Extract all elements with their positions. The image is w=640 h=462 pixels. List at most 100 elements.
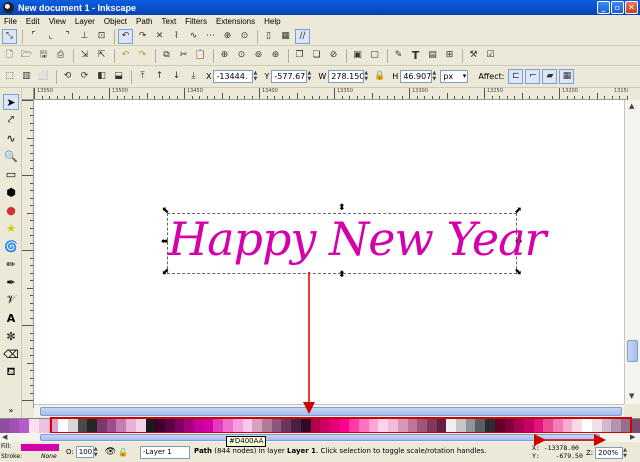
- color-swatch[interactable]: [475, 419, 486, 434]
- fill-stroke-indicator[interactable]: Fill: Stroke: None: [1, 443, 65, 462]
- spiral-tool-icon[interactable]: 🌀: [3, 238, 19, 254]
- color-swatch[interactable]: [504, 419, 515, 434]
- h-field[interactable]: 46.907: [400, 70, 433, 83]
- color-swatch[interactable]: [242, 419, 253, 434]
- menu-text[interactable]: Text: [162, 17, 177, 26]
- xml-editor-icon[interactable]: ▤: [425, 48, 440, 63]
- lower-bottom-icon[interactable]: ⤓: [186, 69, 201, 84]
- zoom-drawing-icon[interactable]: ⊙: [234, 48, 249, 63]
- color-swatch[interactable]: [281, 419, 292, 434]
- select-all-layers-icon[interactable]: ▥: [19, 69, 34, 84]
- snap-rotation-center-icon[interactable]: ⊙: [237, 29, 252, 44]
- layer-lock-icon[interactable]: 🔓: [118, 448, 128, 457]
- close-button[interactable]: ✕: [625, 1, 638, 14]
- color-swatch[interactable]: [388, 419, 398, 434]
- select-all-icon[interactable]: ⬚: [2, 69, 17, 84]
- color-swatch[interactable]: [368, 419, 379, 434]
- 3d-box-tool-icon[interactable]: ⬢: [3, 184, 19, 200]
- zoom-spinner[interactable]: ▲ ▼: [623, 447, 629, 459]
- duplicate-icon[interactable]: ❐: [292, 48, 307, 63]
- deselect-icon[interactable]: ⬜: [36, 69, 51, 84]
- pencil-tool-icon[interactable]: ✏: [3, 256, 19, 272]
- snap-guides-icon[interactable]: ∕∕: [295, 29, 310, 44]
- menu-file[interactable]: File: [4, 17, 17, 26]
- horizontal-scroll-thumb[interactable]: [40, 407, 622, 416]
- import-icon[interactable]: ⇲: [77, 48, 92, 63]
- paint-bucket-tool-icon[interactable]: ⛾: [3, 364, 19, 380]
- spray-tool-icon[interactable]: ✼: [3, 328, 19, 344]
- affect-corners-icon[interactable]: ⌐: [525, 69, 541, 84]
- horizontal-scrollbar[interactable]: [34, 404, 624, 417]
- snap-cusp-icon[interactable]: ⌇: [169, 29, 184, 44]
- menu-help[interactable]: Help: [264, 17, 280, 26]
- text-font-icon[interactable]: T: [408, 48, 423, 63]
- affect-stroke-icon[interactable]: ⊏: [508, 69, 524, 84]
- color-swatch[interactable]: [359, 419, 369, 434]
- tweak-tool-icon[interactable]: ∿: [3, 130, 19, 146]
- document-properties-icon[interactable]: ☑: [483, 48, 498, 63]
- save-icon[interactable]: 🖫: [36, 48, 51, 63]
- paste-icon[interactable]: 📋: [193, 48, 208, 63]
- color-swatch[interactable]: [582, 419, 592, 434]
- w-field[interactable]: 278.15C: [328, 70, 365, 83]
- layer-visibility-icon[interactable]: 👁: [105, 447, 116, 457]
- zoom-width-icon[interactable]: ⊛: [268, 48, 283, 63]
- preferences-icon[interactable]: ⚒: [466, 48, 481, 63]
- vertical-ruler[interactable]: [22, 100, 34, 408]
- snap-grids-icon[interactable]: ▦: [278, 29, 293, 44]
- align-distribute-icon[interactable]: ⊞: [442, 48, 457, 63]
- drawing-canvas[interactable]: ⬉ ⬍ ⬈ ⬌ ⬌ ⬋ ⬍ ⬊ Happy New Year: [34, 100, 624, 404]
- color-swatch[interactable]: [310, 419, 321, 434]
- snap-paths-icon[interactable]: ↷: [135, 29, 150, 44]
- palette-scroll-thumb[interactable]: [40, 434, 600, 441]
- color-swatch[interactable]: [417, 419, 427, 434]
- node-tool-icon[interactable]: ⤤: [3, 112, 19, 128]
- color-swatch[interactable]: [58, 419, 68, 434]
- toolbox-overflow-icon[interactable]: »: [3, 402, 19, 418]
- color-swatch[interactable]: [194, 419, 204, 434]
- color-swatch[interactable]: [29, 419, 39, 434]
- scroll-down-icon[interactable]: ▼: [629, 392, 634, 400]
- snap-midpoints-icon[interactable]: ⋯: [203, 29, 218, 44]
- color-swatch[interactable]: [456, 419, 466, 434]
- selector-tool-icon[interactable]: ➤: [3, 94, 19, 110]
- snap-bbox-corner-icon[interactable]: ⌝: [60, 29, 75, 44]
- menu-filters[interactable]: Filters: [185, 17, 207, 26]
- snap-smooth-icon[interactable]: ∿: [186, 29, 201, 44]
- color-swatch[interactable]: [48, 419, 59, 434]
- redo-icon[interactable]: ↷: [135, 48, 150, 63]
- pen-tool-icon[interactable]: ✒: [3, 274, 19, 290]
- minimize-button[interactable]: _: [597, 1, 610, 14]
- flip-horizontal-icon[interactable]: ◧: [94, 69, 109, 84]
- color-swatch[interactable]: [329, 419, 340, 434]
- h-spinner[interactable]: ▲ ▼: [432, 70, 438, 83]
- color-swatch[interactable]: [533, 419, 544, 434]
- new-document-icon[interactable]: 🗋: [2, 48, 17, 63]
- zoom-selection-icon[interactable]: ⊕: [217, 48, 232, 63]
- snap-toggle-icon[interactable]: ⤡: [2, 29, 17, 44]
- raise-top-icon[interactable]: ⤒: [135, 69, 150, 84]
- color-swatch[interactable]: [591, 419, 602, 434]
- palette-scroll-right-icon[interactable]: ▶: [630, 433, 635, 441]
- color-swatch[interactable]: [426, 419, 437, 434]
- cut-icon[interactable]: ✂: [176, 48, 191, 63]
- vertical-scrollbar[interactable]: ▲ ▼: [624, 100, 640, 404]
- color-swatch[interactable]: [446, 419, 457, 434]
- color-swatch[interactable]: [106, 419, 117, 434]
- rotate-cw-icon[interactable]: ⟳: [77, 69, 92, 84]
- color-swatch[interactable]: [523, 419, 534, 434]
- zoom-tool-icon[interactable]: 🔍: [3, 148, 19, 164]
- color-swatch[interactable]: [291, 419, 301, 434]
- print-icon[interactable]: ⎙: [53, 48, 68, 63]
- current-layer-select[interactable]: -Layer 1: [140, 446, 190, 459]
- undo-icon[interactable]: ↶: [118, 48, 133, 63]
- snap-intersections-icon[interactable]: ✕: [152, 29, 167, 44]
- color-swatch[interactable]: [97, 419, 107, 434]
- menu-object[interactable]: Object: [104, 17, 127, 26]
- opacity-field[interactable]: 100: [75, 446, 94, 458]
- color-swatch[interactable]: [174, 419, 185, 434]
- color-swatch[interactable]: [203, 419, 214, 434]
- color-swatch[interactable]: [553, 419, 563, 434]
- maximize-button[interactable]: ▫: [611, 1, 624, 14]
- color-swatch[interactable]: [543, 419, 554, 434]
